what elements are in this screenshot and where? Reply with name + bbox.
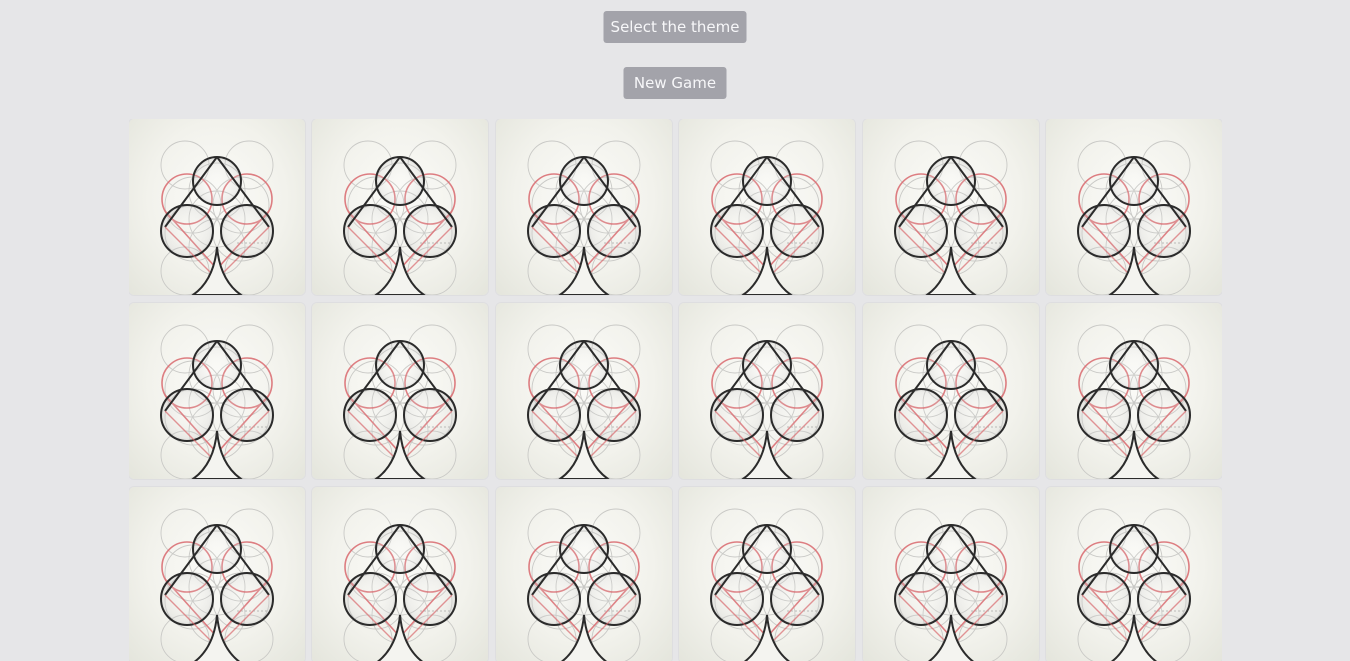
memory-card[interactable]: [129, 487, 305, 661]
spade-flower-of-life-icon: [1077, 140, 1191, 295]
header-controls: Select the theme New Game: [0, 0, 1350, 119]
memory-card[interactable]: [129, 119, 305, 295]
spade-flower-of-life-icon: [1077, 508, 1191, 661]
memory-card[interactable]: [312, 119, 488, 295]
memory-card[interactable]: [129, 303, 305, 479]
spade-flower-of-life-icon: [894, 140, 1008, 295]
memory-card[interactable]: [496, 303, 672, 479]
memory-card[interactable]: [679, 303, 855, 479]
memory-card[interactable]: [1046, 119, 1222, 295]
spade-flower-of-life-icon: [160, 508, 274, 661]
spade-flower-of-life-icon: [1077, 324, 1191, 479]
spade-flower-of-life-icon: [894, 508, 1008, 661]
memory-card[interactable]: [496, 119, 672, 295]
spade-flower-of-life-icon: [527, 140, 641, 295]
memory-card[interactable]: [1046, 303, 1222, 479]
memory-card[interactable]: [1046, 487, 1222, 661]
memory-card[interactable]: [496, 487, 672, 661]
new-game-button[interactable]: New Game: [623, 67, 727, 99]
memory-card[interactable]: [312, 487, 488, 661]
spade-flower-of-life-icon: [710, 508, 824, 661]
spade-flower-of-life-icon: [343, 508, 457, 661]
memory-card[interactable]: [863, 119, 1039, 295]
spade-flower-of-life-icon: [710, 324, 824, 479]
spade-flower-of-life-icon: [527, 324, 641, 479]
memory-card[interactable]: [679, 487, 855, 661]
select-theme-button[interactable]: Select the theme: [603, 11, 747, 43]
spade-flower-of-life-icon: [343, 324, 457, 479]
memory-card[interactable]: [312, 303, 488, 479]
memory-card[interactable]: [863, 303, 1039, 479]
memory-card[interactable]: [679, 119, 855, 295]
memory-card[interactable]: [863, 487, 1039, 661]
spade-flower-of-life-icon: [160, 324, 274, 479]
spade-flower-of-life-icon: [343, 140, 457, 295]
card-board: [129, 119, 1222, 661]
spade-flower-of-life-icon: [710, 140, 824, 295]
spade-flower-of-life-icon: [894, 324, 1008, 479]
spade-flower-of-life-icon: [160, 140, 274, 295]
spade-flower-of-life-icon: [527, 508, 641, 661]
